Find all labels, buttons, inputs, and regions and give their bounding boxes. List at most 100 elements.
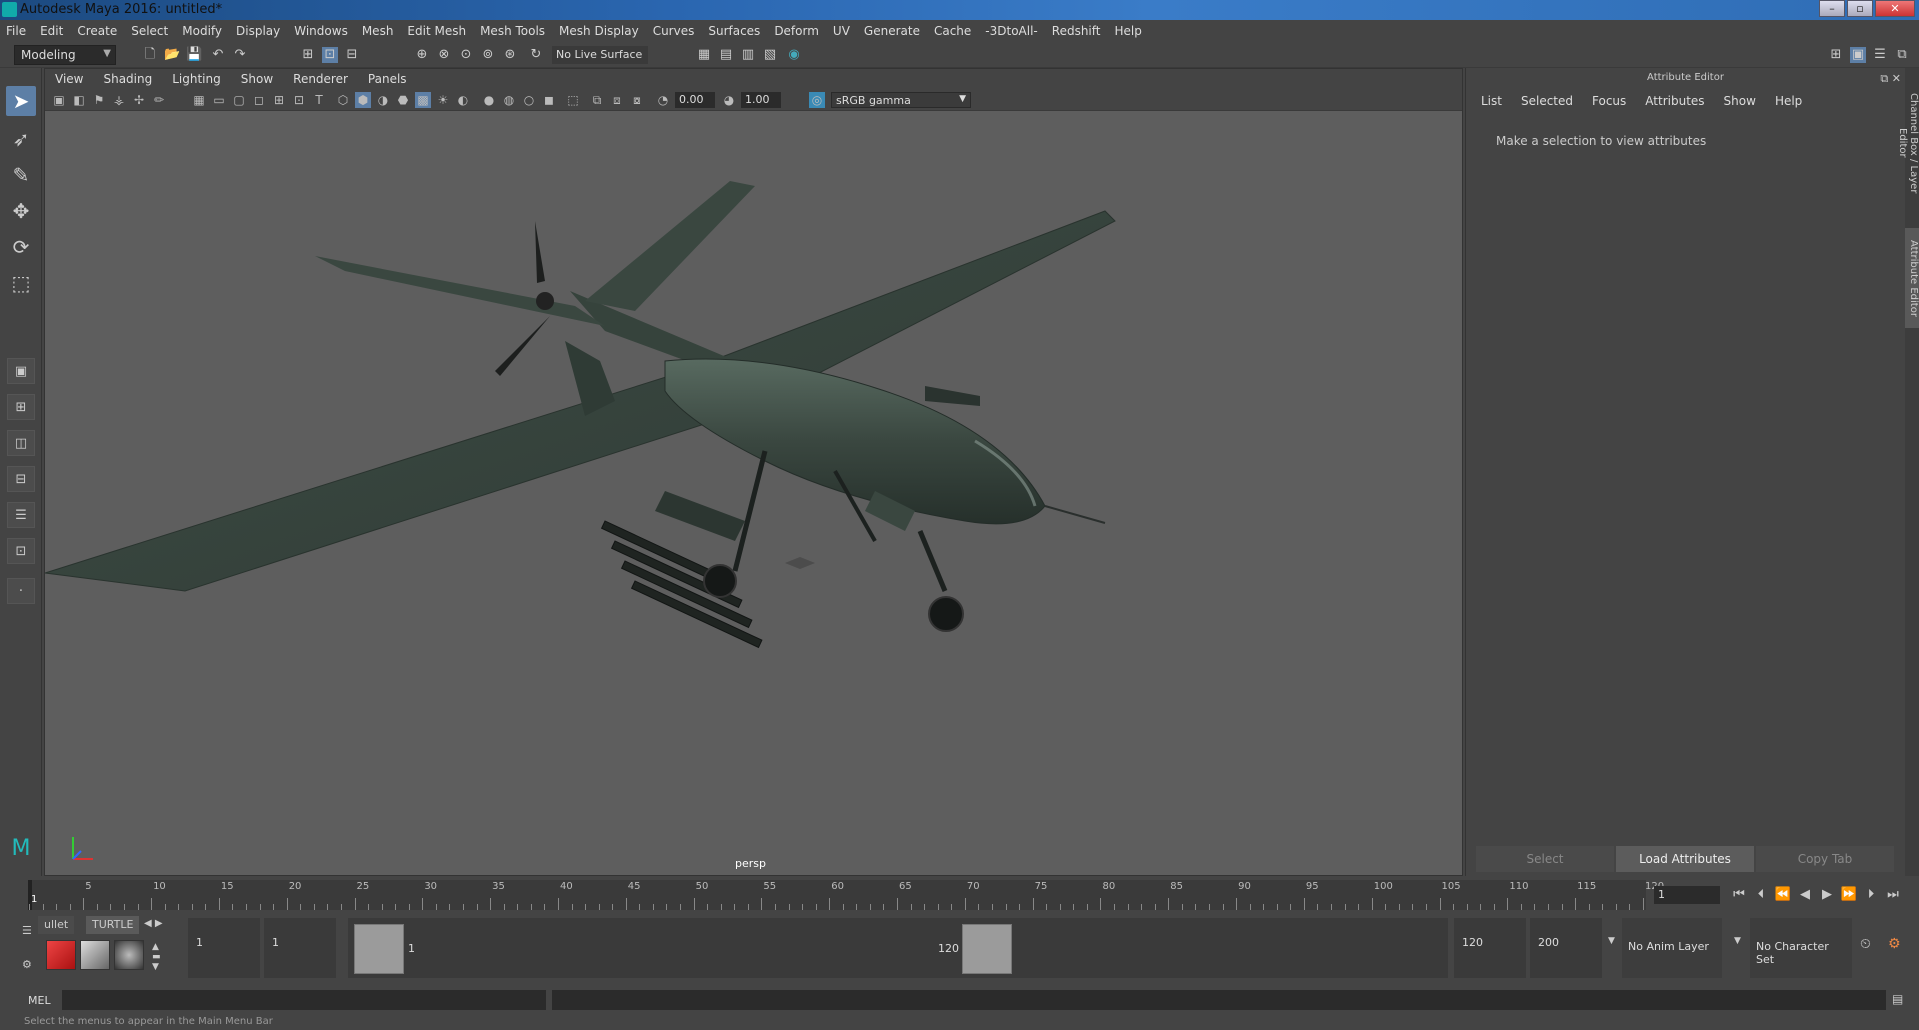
live-surface-field[interactable]: No Live Surface [552, 46, 648, 64]
tab-attribute-editor[interactable]: Attribute Editor [1905, 228, 1919, 328]
select-object-icon[interactable]: ⊡ [322, 47, 338, 63]
paint-select-tool-icon[interactable]: ✎ [6, 160, 36, 190]
snap-grid-icon[interactable]: ⊕ [414, 47, 430, 63]
menu-mesh-display[interactable]: Mesh Display [559, 24, 639, 38]
default-material-icon[interactable]: ◑ [375, 92, 391, 108]
screen-space-ao-icon[interactable]: ● [481, 92, 497, 108]
snap-surface-icon[interactable]: ⊛ [502, 47, 518, 63]
go-to-end-icon[interactable]: ⏭ [1884, 886, 1902, 904]
menu-cache[interactable]: Cache [934, 24, 971, 38]
load-attributes-button[interactable]: Load Attributes [1616, 846, 1754, 872]
scale-tool-icon[interactable]: ⬚ [6, 268, 36, 298]
menu-edit-mesh[interactable]: Edit Mesh [407, 24, 466, 38]
shelf-tab-turtle[interactable]: TURTLE [86, 916, 140, 934]
gamma-icon[interactable]: ◕ [721, 92, 737, 108]
minimize-button[interactable]: – [1819, 0, 1845, 17]
time-slider[interactable]: 1 5 10 15 20 25 30 35 40 45 50 55 60 65 70 75 80 85 90 95 10… [0, 878, 1919, 914]
attr-menu-selected[interactable]: Selected [1521, 94, 1573, 108]
step-forward-key-icon[interactable]: ⏩ [1840, 886, 1858, 904]
attr-menu-focus[interactable]: Focus [1592, 94, 1626, 108]
close-button[interactable]: ✕ [1875, 0, 1915, 17]
attr-menu-attributes[interactable]: Attributes [1645, 94, 1704, 108]
viewport-menu-lighting[interactable]: Lighting [172, 72, 221, 86]
menu-curves[interactable]: Curves [653, 24, 695, 38]
two-d-pan-icon[interactable]: ✢ [131, 92, 147, 108]
layout-single-icon[interactable]: ▣ [7, 358, 35, 384]
attr-menu-show[interactable]: Show [1724, 94, 1756, 108]
start-time-field[interactable]: 1 [188, 918, 260, 978]
chevron-down-icon[interactable]: ▼ [1734, 936, 1741, 946]
redo-icon[interactable]: ↷ [232, 47, 248, 63]
history-icon[interactable]: ↻ [528, 47, 544, 63]
close-icon[interactable]: ⧉ ✕ [1880, 72, 1901, 86]
attr-menu-list[interactable]: List [1481, 94, 1502, 108]
animation-prefs-icon[interactable]: ⚙ [1888, 936, 1901, 952]
hypershade-icon[interactable]: ◉ [786, 47, 802, 63]
gate-mask-icon[interactable]: ◻ [251, 92, 267, 108]
step-back-icon[interactable]: ⏴ [1752, 886, 1770, 904]
motion-blur-icon[interactable]: ◍ [501, 92, 517, 108]
range-start-handle[interactable] [354, 924, 404, 974]
go-to-start-icon[interactable]: ⏮ [1730, 886, 1748, 904]
rotate-tool-icon[interactable]: ⟳ [6, 232, 36, 262]
toggle-channel-box-icon[interactable]: ☰ [1872, 47, 1888, 63]
move-tool-icon[interactable]: ✥ [6, 196, 36, 226]
camera-attrs-icon[interactable]: ◧ [71, 92, 87, 108]
menu-uv[interactable]: UV [833, 24, 850, 38]
select-tool-icon[interactable]: ➤ [6, 86, 36, 116]
menu-help[interactable]: Help [1114, 24, 1141, 38]
attr-menu-help[interactable]: Help [1775, 94, 1802, 108]
script-editor-icon[interactable]: ▤ [1892, 992, 1903, 1006]
layout-graph-icon[interactable]: ⊡ [7, 538, 35, 564]
camera-select-icon[interactable]: ▣ [51, 92, 67, 108]
bookmark-icon[interactable]: ⚑ [91, 92, 107, 108]
isolate-select-icon[interactable]: ⬚ [565, 92, 581, 108]
exposure-icon[interactable]: ◔ [655, 92, 671, 108]
shelf-arrows-icon[interactable]: ▲ ▬ ▼ [152, 942, 161, 972]
toggle-tool-settings-icon[interactable]: ⧉ [1894, 47, 1910, 63]
exposure-field[interactable]: 0.00 [675, 92, 715, 108]
snap-curve-icon[interactable]: ⊗ [436, 47, 452, 63]
open-scene-icon[interactable]: 📂 [164, 47, 180, 63]
lasso-tool-icon[interactable]: ➶ [6, 124, 36, 154]
step-forward-icon[interactable]: ⏵ [1862, 886, 1880, 904]
film-gate-icon[interactable]: ▭ [211, 92, 227, 108]
command-input[interactable] [62, 990, 546, 1010]
textured-icon[interactable]: ▩ [415, 92, 431, 108]
play-backward-icon[interactable]: ◀ [1796, 886, 1814, 904]
playback-start-field[interactable]: 1 [264, 918, 336, 978]
chevron-down-icon[interactable]: ▼ [1608, 936, 1615, 946]
gamma-field[interactable]: 1.00 [741, 92, 781, 108]
multisample-aa-icon[interactable]: ○ [521, 92, 537, 108]
end-time-field[interactable]: 200 [1530, 918, 1602, 978]
shelf-menu-icon[interactable]: ☰ [22, 924, 32, 937]
image-plane-icon[interactable]: ⚶ [111, 92, 127, 108]
menu-surfaces[interactable]: Surfaces [708, 24, 760, 38]
playback-end-field[interactable]: 120 [1454, 918, 1526, 978]
safe-title-icon[interactable]: T [311, 92, 327, 108]
xray-components-icon[interactable]: ⧇ [629, 92, 645, 108]
shelf-tab-bullet[interactable]: ullet [38, 916, 75, 934]
drone-model[interactable] [45, 111, 1463, 876]
snap-view-icon[interactable]: ⊚ [480, 47, 496, 63]
copy-tab-button[interactable]: Copy Tab [1756, 846, 1894, 872]
viewport-menu-show[interactable]: Show [241, 72, 273, 86]
menu-windows[interactable]: Windows [294, 24, 348, 38]
time-ruler[interactable]: 1 5 10 15 20 25 30 35 40 45 50 55 60 65 70 75 80 85 90 95 10… [28, 880, 1664, 910]
menu-redshift[interactable]: Redshift [1052, 24, 1101, 38]
menu-mesh-tools[interactable]: Mesh Tools [480, 24, 545, 38]
turtle-sphere-icon[interactable] [114, 940, 144, 970]
field-chart-icon[interactable]: ⊞ [271, 92, 287, 108]
wireframe-on-shaded-icon[interactable]: ⬣ [395, 92, 411, 108]
safe-action-icon[interactable]: ⊡ [291, 92, 307, 108]
turtle-bake-icon[interactable] [80, 940, 110, 970]
menu-deform[interactable]: Deform [774, 24, 819, 38]
maximize-button[interactable]: ▫ [1847, 0, 1873, 17]
resolution-gate-icon[interactable]: ▢ [231, 92, 247, 108]
menu-generate[interactable]: Generate [864, 24, 920, 38]
character-set-dropdown[interactable]: No Character Set [1750, 918, 1852, 978]
viewport-menu-panels[interactable]: Panels [368, 72, 407, 86]
select-button[interactable]: Select [1476, 846, 1614, 872]
view-transform-dropdown[interactable]: sRGB gamma ▼ [831, 92, 971, 108]
layout-two-side-icon[interactable]: ◫ [7, 430, 35, 456]
